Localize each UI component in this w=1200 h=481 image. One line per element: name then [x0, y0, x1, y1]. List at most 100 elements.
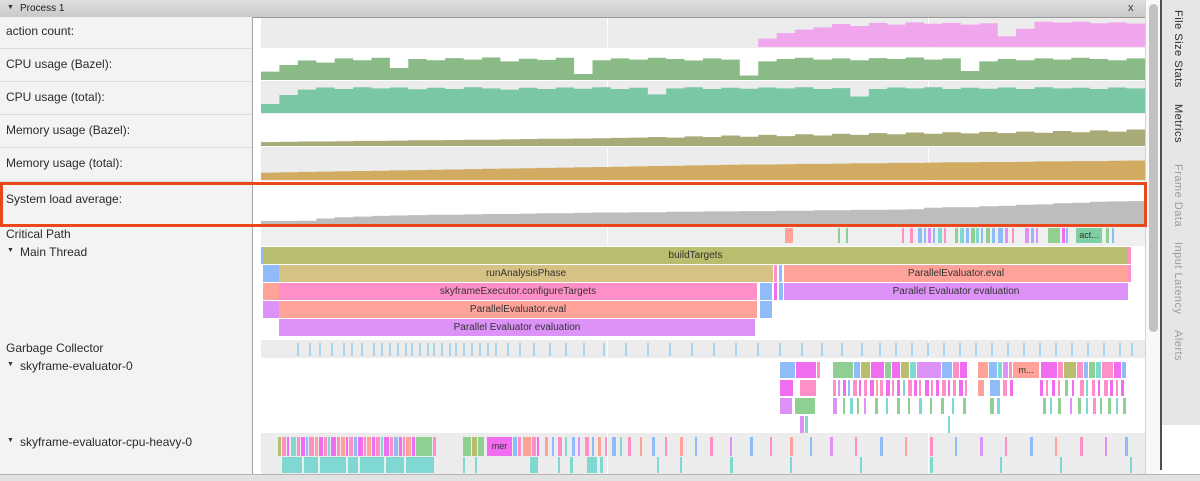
event-slice[interactable] [1105, 437, 1107, 456]
event-slice[interactable] [885, 362, 891, 378]
event-slice[interactable] [519, 343, 521, 356]
event-slice-labeled[interactable]: Parallel Evaluator evaluation [279, 319, 755, 336]
event-slice[interactable] [978, 380, 984, 396]
event-slice[interactable] [1031, 228, 1034, 243]
event-slice[interactable] [433, 437, 436, 456]
event-slice[interactable] [348, 457, 358, 473]
event-slice[interactable] [472, 437, 477, 456]
event-slice[interactable] [833, 398, 837, 414]
event-slice-labeled[interactable]: m... [1013, 362, 1039, 378]
event-slice[interactable] [669, 343, 671, 356]
event-slice[interactable] [944, 228, 946, 243]
event-slice[interactable] [960, 228, 964, 243]
event-slice[interactable] [1104, 380, 1108, 396]
event-slice[interactable] [537, 437, 539, 456]
event-slice[interactable] [331, 343, 333, 356]
event-slice[interactable] [598, 437, 601, 456]
event-slice[interactable] [1078, 398, 1081, 414]
event-slice[interactable] [790, 457, 792, 473]
event-slice[interactable] [479, 343, 481, 356]
event-slice[interactable] [518, 437, 521, 456]
event-slice[interactable] [291, 437, 296, 456]
chart-system-load[interactable] [261, 186, 1145, 224]
event-slice[interactable] [319, 343, 321, 356]
event-slice[interactable] [1025, 228, 1029, 243]
event-slice[interactable] [857, 398, 859, 414]
event-slice[interactable] [695, 437, 697, 456]
event-slice[interactable] [978, 362, 988, 378]
event-slice[interactable] [861, 362, 870, 378]
event-slice[interactable] [971, 228, 975, 243]
event-slice[interactable] [381, 437, 383, 456]
event-slice[interactable] [1010, 380, 1013, 396]
event-slice-labeled[interactable]: runAnalysisPhase [279, 265, 773, 282]
event-slice[interactable] [992, 228, 995, 243]
event-slice[interactable] [346, 437, 348, 456]
event-slice[interactable] [1055, 437, 1057, 456]
event-slice[interactable] [908, 398, 910, 414]
event-slice[interactable] [282, 437, 286, 456]
event-slice[interactable] [927, 343, 929, 356]
event-slice[interactable] [730, 457, 733, 473]
collapse-arrow-icon[interactable]: ▼ [7, 361, 14, 368]
event-slice[interactable] [680, 457, 682, 473]
event-slice[interactable] [779, 283, 783, 300]
event-slice[interactable] [278, 437, 281, 456]
event-slice[interactable] [343, 343, 345, 356]
event-slice[interactable] [399, 437, 402, 456]
event-slice[interactable] [931, 380, 933, 396]
close-icon[interactable]: x [1128, 2, 1134, 14]
event-slice[interactable] [864, 398, 866, 414]
event-slice[interactable] [384, 437, 389, 456]
event-slice[interactable] [780, 362, 795, 378]
event-slice[interactable] [657, 457, 659, 473]
event-slice[interactable] [1123, 398, 1126, 414]
event-slice[interactable] [297, 343, 299, 356]
event-slice[interactable] [1098, 380, 1100, 396]
event-slice-labeled[interactable]: skyframeExecutor.configureTargets [279, 283, 757, 300]
event-slice[interactable] [373, 343, 375, 356]
event-slice[interactable] [838, 380, 840, 396]
critical-path-events[interactable]: act... [261, 228, 1145, 244]
event-slice[interactable] [360, 457, 384, 473]
event-slice[interactable] [337, 437, 340, 456]
event-slice[interactable] [986, 228, 990, 243]
event-slice[interactable] [523, 437, 531, 456]
event-slice-labeled[interactable]: act... [1076, 228, 1102, 243]
event-slice[interactable] [710, 437, 713, 456]
event-slice[interactable] [1119, 343, 1121, 356]
event-slice-labeled[interactable]: buildTargets [263, 247, 1128, 264]
vertical-scrollbar[interactable] [1145, 0, 1161, 474]
event-slice[interactable] [1058, 380, 1060, 396]
event-slice[interactable] [558, 457, 560, 473]
event-slice[interactable] [966, 228, 969, 243]
event-slice[interactable] [328, 437, 330, 456]
event-slice[interactable] [587, 457, 597, 473]
event-slice[interactable] [901, 362, 909, 378]
event-slice[interactable] [861, 343, 863, 356]
event-slice[interactable] [841, 343, 843, 356]
event-slice-labeled[interactable]: ParallelEvaluator.eval [279, 301, 757, 318]
event-slice[interactable] [830, 437, 833, 456]
event-slice[interactable] [1116, 380, 1118, 396]
event-slice[interactable] [1110, 380, 1113, 396]
event-slice[interactable] [475, 457, 477, 473]
tab-metrics[interactable]: Metrics [1172, 104, 1184, 143]
event-slice[interactable] [1055, 343, 1057, 356]
event-slice[interactable] [397, 343, 399, 356]
event-slice[interactable] [487, 343, 489, 356]
event-slice[interactable] [1005, 228, 1008, 243]
event-slice[interactable] [959, 380, 963, 396]
event-slice[interactable] [779, 265, 782, 282]
event-slice[interactable] [620, 437, 622, 456]
event-slice[interactable] [578, 437, 580, 456]
event-slice-labeled[interactable]: mer [487, 437, 512, 456]
event-slice[interactable] [565, 343, 567, 356]
event-slice[interactable] [478, 437, 484, 456]
event-slice[interactable] [860, 457, 862, 473]
event-slice[interactable] [1116, 398, 1118, 414]
event-slice[interactable] [780, 380, 793, 396]
event-slice[interactable] [652, 437, 655, 456]
event-slice[interactable] [910, 228, 913, 243]
event-slice[interactable] [495, 343, 497, 356]
